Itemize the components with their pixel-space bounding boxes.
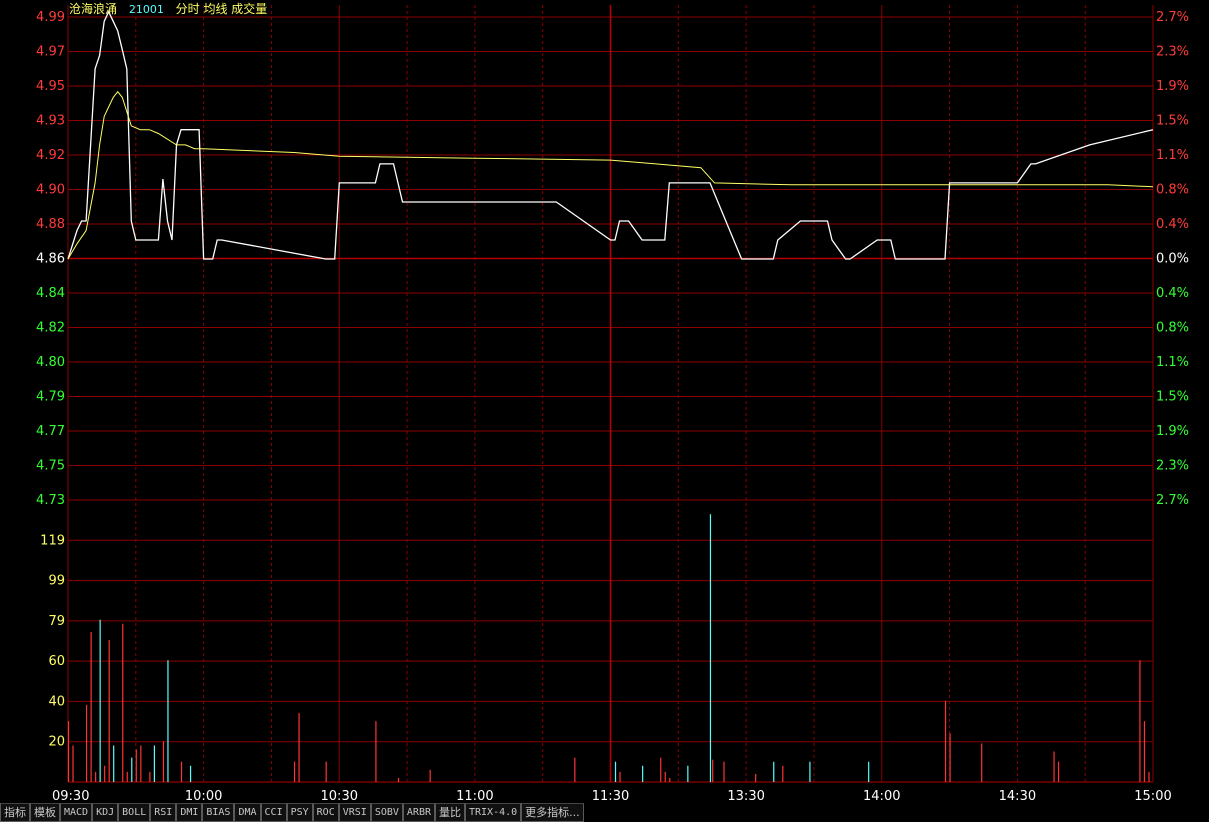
price-tick-label: 4.99 [36,10,65,25]
tab-8[interactable]: DMA [234,803,261,822]
percent-tick-label: 0.0% [1156,252,1189,267]
tab-17[interactable]: 更多指标... [521,803,584,822]
percent-tick-label: 1.1% [1156,148,1189,163]
price-tick-label: 4.88 [36,217,65,232]
time-tick-label: 09:30 [52,789,89,803]
price-tick-label: 4.86 [36,252,65,267]
intraday-chart: 4.99 4.97 4.95 4.93 4.92 4.90 4.88 4.86 4.84 4.82… [0,0,1209,803]
price-tick-label: 4.75 [36,459,65,474]
tab-0[interactable]: 指标 [0,803,30,822]
tab-5[interactable]: RSI [150,803,177,822]
tab-12[interactable]: VRSI [338,803,371,822]
volume-tick-label: 99 [48,574,65,589]
chart-header: 沧海浪涌 21001 分时 均线 成交量 [69,1,275,17]
tab-11[interactable]: ROC [312,803,339,822]
percent-tick-label: 1.5% [1156,390,1189,405]
price-tick-label: 4.95 [36,79,65,94]
tab-13[interactable]: SOBV [370,803,403,822]
tab-9[interactable]: CCI [260,803,287,822]
tab-7[interactable]: BIAS [202,803,235,822]
price-tick-label: 4.82 [36,321,65,336]
tab-4[interactable]: BOLL [118,803,151,822]
volume-tick-label: 40 [48,694,65,709]
volume-tick-label: 119 [40,533,65,548]
indicator-names: 分时 均线 成交量 [175,2,268,16]
percent-tick-label: 1.9% [1156,79,1189,94]
price-tick-label: 4.79 [36,390,65,405]
tab-3[interactable]: KDJ [92,803,119,822]
percent-tick-label: 1.1% [1156,355,1189,370]
price-tick-label: 4.73 [36,493,65,508]
percent-tick-label: 0.8% [1156,183,1189,198]
price-tick-label: 4.97 [36,45,65,60]
time-tick-label: 10:30 [321,789,358,803]
tab-16[interactable]: TRIX-4.0 [465,803,522,822]
time-tick-label: 15:00 [1134,789,1171,803]
volume-tick-label: 79 [48,614,65,629]
time-tick-label: 10:00 [185,789,222,803]
percent-tick-label: 0.4% [1156,217,1189,232]
percent-tick-label: 2.3% [1156,45,1189,60]
price-tick-label: 4.93 [36,114,65,129]
percent-tick-label: 0.8% [1156,321,1189,336]
tab-14[interactable]: ARBR [402,803,435,822]
percent-tick-label: 2.3% [1156,459,1189,474]
stock-code: 21001 [128,3,164,16]
percent-tick-label: 0.4% [1156,286,1189,301]
percent-tick-label: 2.7% [1156,10,1189,25]
time-tick-label: 11:30 [592,789,629,803]
price-tick-label: 4.77 [36,424,65,439]
time-tick-label: 13:30 [727,789,764,803]
price-tick-label: 4.84 [36,286,65,301]
volume-tick-label: 20 [48,735,65,750]
time-tick-label: 14:00 [863,789,900,803]
percent-tick-label: 2.7% [1156,493,1189,508]
percent-tick-label: 1.5% [1156,114,1189,129]
price-tick-label: 4.90 [36,183,65,198]
indicator-tab-bar: 指标 模板 MACD KDJ BOLL RSI DMI BIAS DMA CCI PSY ROC VRS… [0,803,1209,822]
volume-tick-label: 60 [48,654,65,669]
time-tick-label: 11:00 [456,789,493,803]
tab-10[interactable]: PSY [286,803,313,822]
percent-tick-label: 1.9% [1156,424,1189,439]
tab-1[interactable]: 模板 [30,803,60,822]
price-tick-label: 4.92 [36,148,65,163]
time-tick-label: 14:30 [999,789,1036,803]
tab-6[interactable]: DMI [176,803,203,822]
stock-name: 沧海浪涌 [69,2,118,16]
tab-15[interactable]: 量比 [435,803,465,822]
tab-2[interactable]: MACD [60,803,93,822]
price-tick-label: 4.80 [36,355,65,370]
